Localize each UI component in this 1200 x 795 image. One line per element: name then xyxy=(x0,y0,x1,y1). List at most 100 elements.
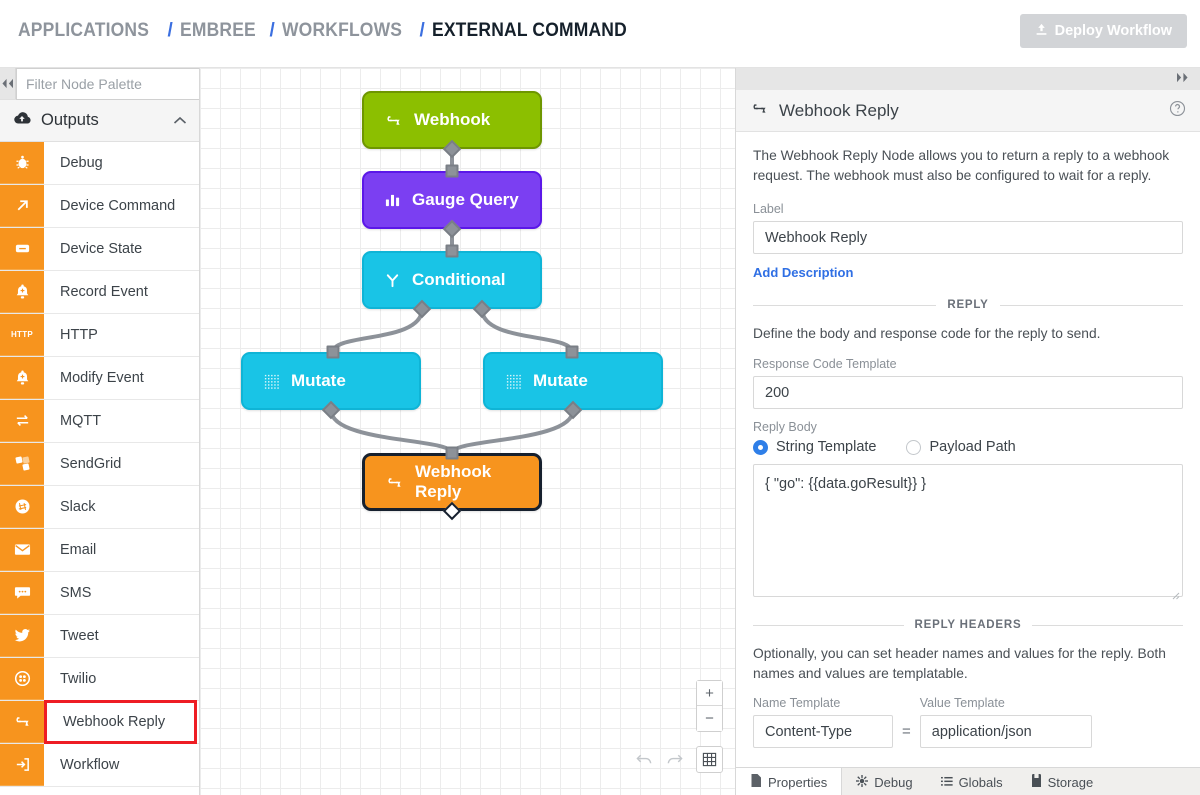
database-icon xyxy=(1031,774,1042,790)
palette-section-label: Outputs xyxy=(41,111,99,129)
deploy-workflow-button[interactable]: Deploy Workflow xyxy=(1019,14,1187,48)
workflow-node-label: Gauge Query xyxy=(412,190,519,209)
radio-indicator xyxy=(906,439,922,455)
palette-item-label: Email xyxy=(60,542,97,558)
palette-item-label: SendGrid xyxy=(60,456,122,472)
palette-item-device-state[interactable]: Device State xyxy=(0,228,199,271)
breadcrumb-item-workflows[interactable]: WORKFLOWS xyxy=(282,20,402,42)
list-icon xyxy=(940,775,953,790)
palette-item-debug[interactable]: Debug xyxy=(0,142,199,185)
label-input[interactable] xyxy=(753,221,1183,254)
node-input-port[interactable] xyxy=(445,446,459,460)
panel-collapse-bar[interactable] xyxy=(736,68,1200,90)
radio-label: String Template xyxy=(776,439,877,455)
breadcrumb-item-applications[interactable]: APPLICATIONS xyxy=(18,20,149,42)
palette-item-label: MQTT xyxy=(60,413,102,429)
chevron-double-right-icon[interactable] xyxy=(1175,72,1190,86)
link-icon xyxy=(385,476,404,489)
question-circle-icon[interactable] xyxy=(1169,100,1186,122)
header-value-input[interactable] xyxy=(919,715,1092,748)
reply-section-description: Define the body and response code for th… xyxy=(753,326,1101,341)
breadcrumb-separator: / xyxy=(419,20,425,41)
header-name-label: Name Template xyxy=(753,696,841,710)
sendgrid-icon xyxy=(0,443,44,485)
palette-item-label: Record Event xyxy=(60,284,148,300)
workflow-node-label: Mutate xyxy=(291,371,346,390)
undo-arrow-icon[interactable] xyxy=(631,746,658,773)
palette-item-tweet[interactable]: Tweet xyxy=(0,615,199,658)
tab-label: Storage xyxy=(1047,774,1094,790)
palette-item-slack[interactable]: Slack xyxy=(0,486,199,529)
response-code-input[interactable] xyxy=(753,376,1183,409)
twilio-icon xyxy=(0,658,44,700)
palette-item-label: Device State xyxy=(60,241,143,257)
tab-debug[interactable]: Debug xyxy=(842,768,926,795)
palette-item-label: Modify Event xyxy=(60,370,144,386)
tab-globals[interactable]: Globals xyxy=(927,768,1017,795)
header-value-label: Value Template xyxy=(919,696,1005,710)
arrow-up-right-icon xyxy=(0,185,44,227)
link-icon xyxy=(0,701,44,743)
branch-icon xyxy=(384,272,401,289)
workflow-node-label: Mutate xyxy=(533,371,588,390)
palette-item-http[interactable]: HTTP HTTP xyxy=(0,314,199,357)
add-description-link[interactable]: Add Description xyxy=(753,265,853,280)
response-code-label: Response Code Template xyxy=(753,357,897,371)
properties-panel: Webhook Reply The Webhook Reply Node all… xyxy=(735,68,1200,795)
header-name-col: Name Template xyxy=(753,696,893,748)
http-icon: HTTP xyxy=(0,314,44,356)
palette-item-label: Twilio xyxy=(60,671,97,687)
upload-icon xyxy=(1035,23,1048,40)
deploy-workflow-label: Deploy Workflow xyxy=(1054,23,1172,39)
palette-item-record-event[interactable]: Record Event xyxy=(0,271,199,314)
radio-label: Payload Path xyxy=(929,439,1016,455)
breadcrumb-separator: / xyxy=(167,20,173,41)
breadcrumb: APPLICATIONS / EMBREE / WORKFLOWS / EXTERNAL C… xyxy=(18,20,644,42)
filter-node-palette-input[interactable] xyxy=(16,68,199,100)
tab-label: Properties xyxy=(768,774,828,790)
reply-body-option-payload-path[interactable]: Payload Path xyxy=(906,439,1016,455)
palette-item-mqtt[interactable]: MQTT xyxy=(0,400,199,443)
palette-section-outputs[interactable]: Outputs xyxy=(0,100,199,142)
panel-tab-bar: Properties Debug Globals Storage xyxy=(736,767,1200,795)
document-icon xyxy=(750,774,762,790)
header-row: Name Template = Value Template xyxy=(753,696,1183,748)
breadcrumb-item-embree[interactable]: EMBREE xyxy=(180,20,256,42)
chevron-up-icon xyxy=(173,113,187,128)
node-input-port[interactable] xyxy=(445,244,459,258)
zoom-in-button[interactable]: + xyxy=(697,681,722,706)
chevron-double-left-icon[interactable] xyxy=(0,68,16,99)
cloud-upload-icon xyxy=(12,111,32,131)
dot-grid-icon xyxy=(263,373,280,390)
tab-properties[interactable]: Properties xyxy=(736,768,843,795)
workflow-canvas[interactable]: Webhook Gauge Query Conditional Mutate Mutat… xyxy=(200,68,735,795)
node-input-port[interactable] xyxy=(445,164,459,178)
reply-body-option-string-template[interactable]: String Template xyxy=(753,439,876,455)
top-bar: APPLICATIONS / EMBREE / WORKFLOWS / EXTERNAL C… xyxy=(0,0,1200,68)
redo-arrow-icon[interactable] xyxy=(661,746,688,773)
palette-item-workflow[interactable]: Workflow xyxy=(0,744,199,787)
tab-storage[interactable]: Storage xyxy=(1017,768,1108,795)
grid-toggle-button[interactable] xyxy=(696,746,723,773)
header-name-input[interactable] xyxy=(753,715,893,748)
reply-body-textarea-wrap xyxy=(753,464,1183,602)
bell-plus-icon xyxy=(0,271,44,313)
history-controls xyxy=(631,746,688,773)
palette-item-sendgrid[interactable]: SendGrid xyxy=(0,443,199,486)
zoom-out-button[interactable]: − xyxy=(697,706,722,731)
node-input-port[interactable] xyxy=(326,345,340,359)
reply-body-textarea[interactable] xyxy=(753,464,1183,597)
palette-node-list: Debug Device Command Device State Record Ev… xyxy=(0,142,199,787)
header-equals-sign: = xyxy=(902,723,911,740)
palette-item-sms[interactable]: SMS xyxy=(0,572,199,615)
palette-item-modify-event[interactable]: Modify Event xyxy=(0,357,199,400)
workflow-node-conditional[interactable]: Conditional xyxy=(362,251,542,309)
palette-item-label: Tweet xyxy=(60,628,99,644)
palette-item-webhook-reply[interactable]: Webhook Reply xyxy=(0,700,199,744)
twitter-bird-icon xyxy=(0,615,44,657)
palette-item-device-command[interactable]: Device Command xyxy=(0,185,199,228)
breadcrumb-separator: / xyxy=(269,20,275,41)
palette-item-twilio[interactable]: Twilio xyxy=(0,658,199,701)
palette-item-email[interactable]: Email xyxy=(0,529,199,572)
node-input-port[interactable] xyxy=(565,345,579,359)
